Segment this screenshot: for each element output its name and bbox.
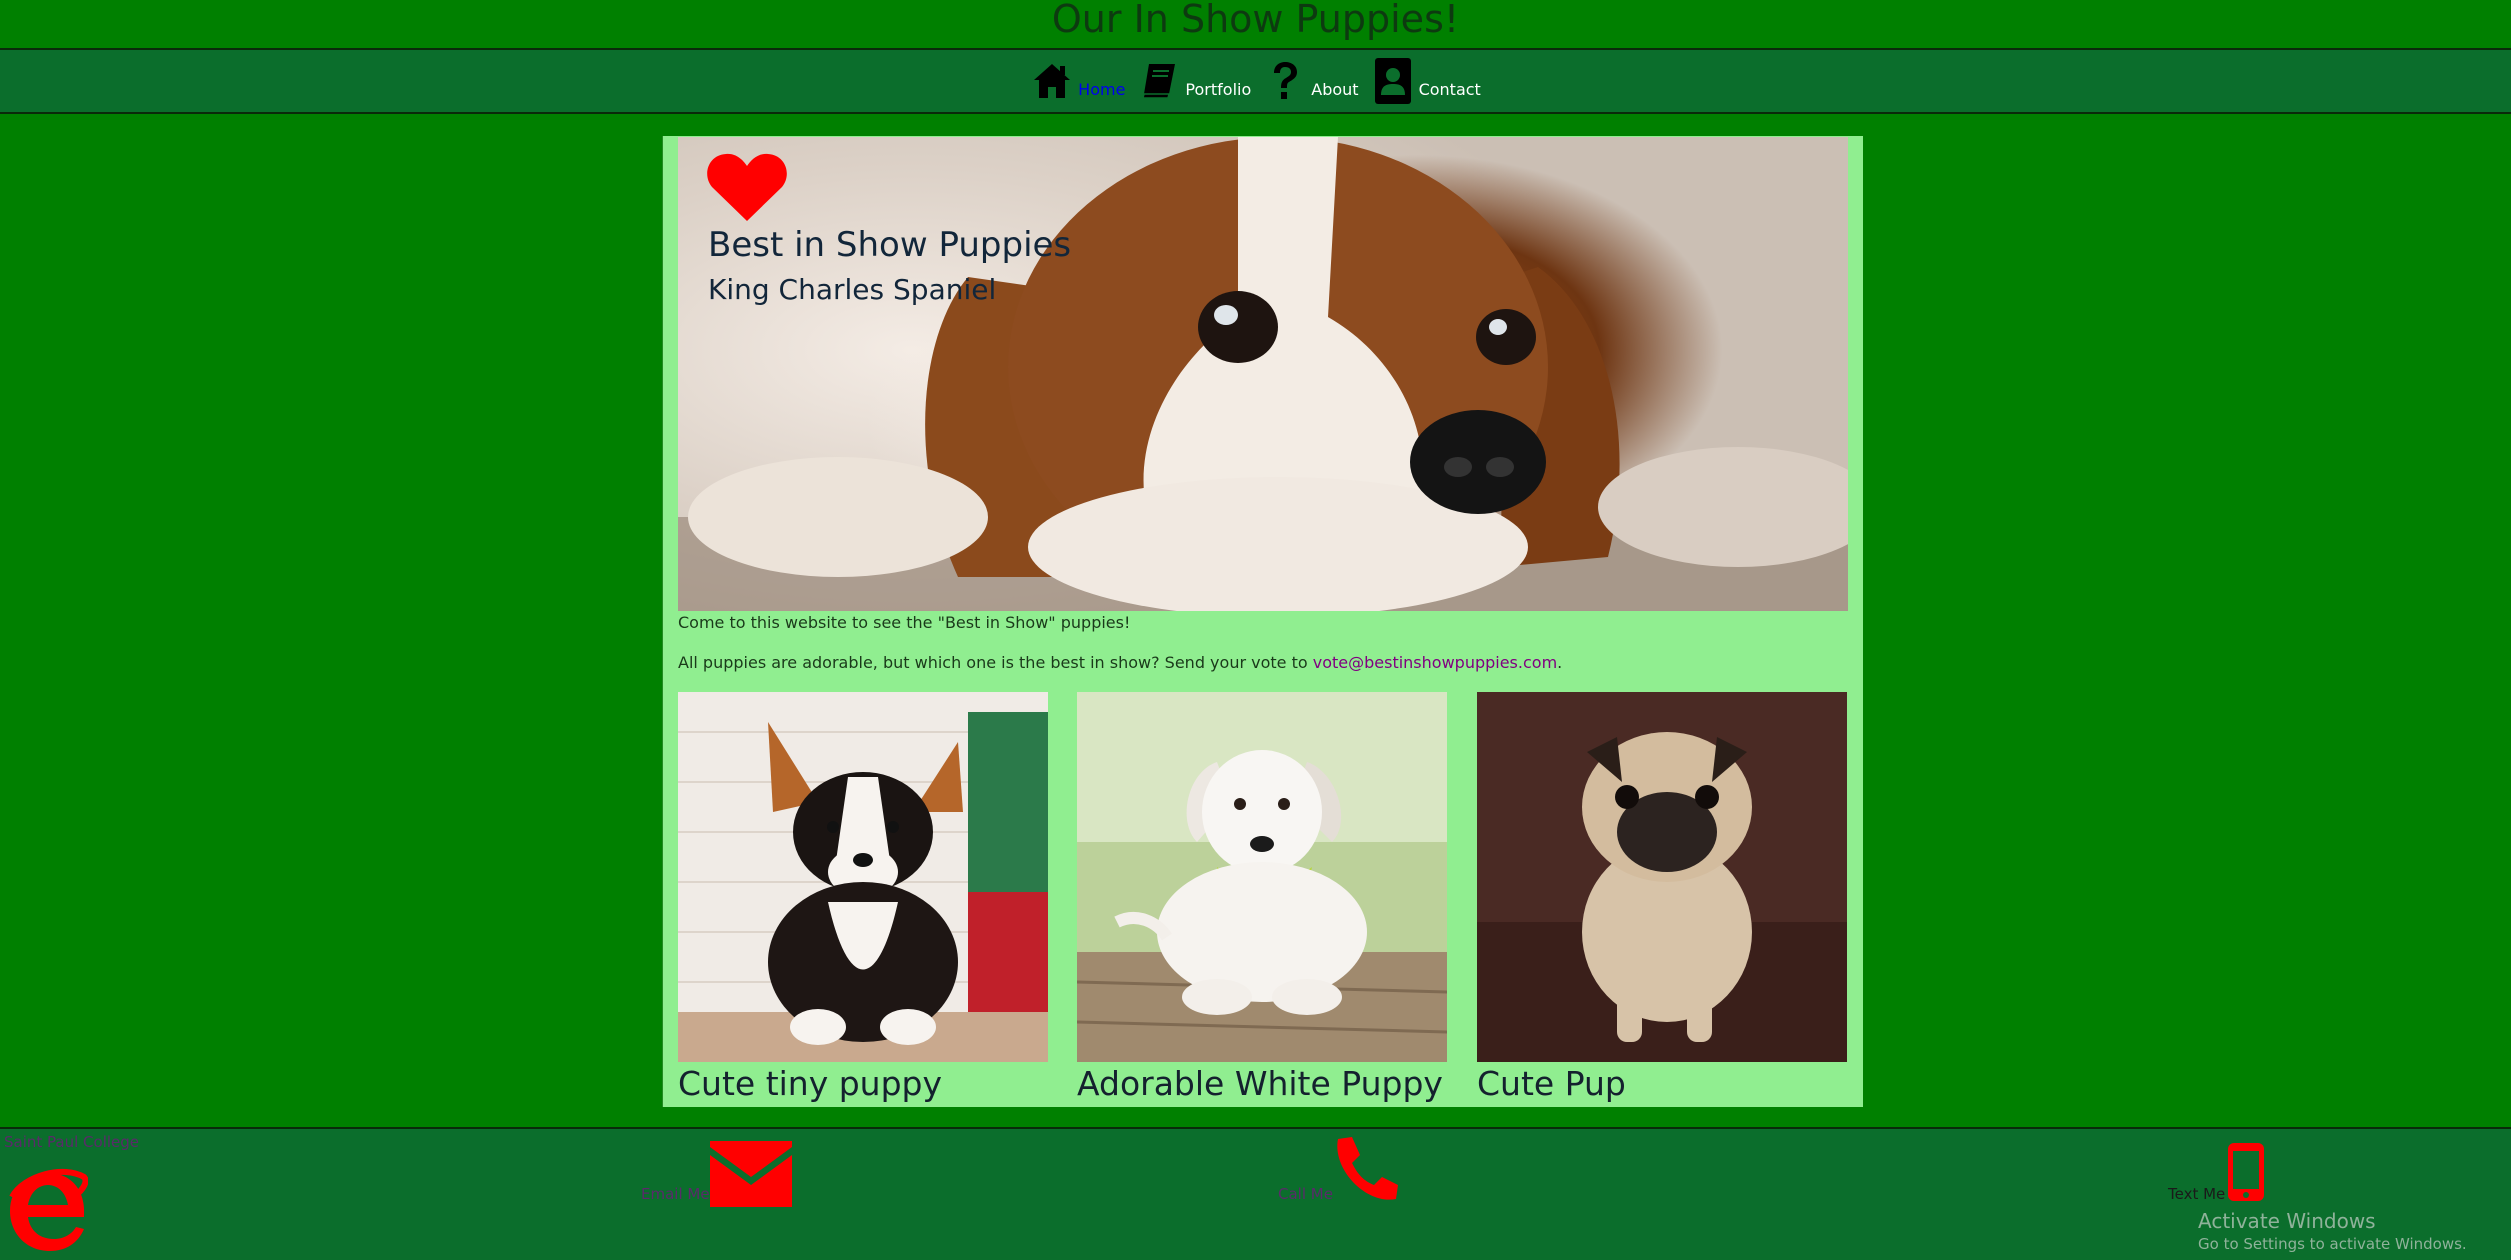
site-title: Our In Show Puppies! <box>1051 0 1460 41</box>
vote-prefix: All puppies are adorable, but which one … <box>678 653 1313 672</box>
puppy-card-corgi: Cute tiny puppy <box>678 692 1048 1103</box>
internet-explorer-icon[interactable] <box>4 1167 89 1255</box>
college-link[interactable]: Saint Paul College <box>4 1133 139 1151</box>
nav-portfolio[interactable]: Portfolio <box>1137 59 1251 103</box>
vote-email-link[interactable]: vote@bestinshowpuppies.com <box>1313 653 1557 672</box>
spaniel-photo <box>678 137 1848 611</box>
activate-windows-subtitle: Go to Settings to activate Windows. <box>2198 1235 2467 1253</box>
nav-about[interactable]: About <box>1263 59 1359 103</box>
main-panel: Best in Show Puppies King Charles Spanie… <box>662 136 1863 1107</box>
email-me-link[interactable]: Email Me <box>641 1185 710 1203</box>
text-me-link[interactable]: Text Me <box>2168 1185 2225 1203</box>
pug-photo <box>1477 692 1847 1062</box>
call-me-link[interactable]: Call Me <box>1278 1185 1333 1203</box>
home-icon <box>1030 59 1074 103</box>
vote-suffix: . <box>1557 653 1563 672</box>
card-caption-pug: Cute Pup <box>1477 1064 1626 1103</box>
activate-windows-title: Activate Windows <box>2198 1209 2376 1233</box>
footer: Saint Paul College Email Me Call Me Text… <box>0 1127 2511 1260</box>
vote-text: All puppies are adorable, but which one … <box>678 653 1562 672</box>
white-puppy-photo <box>1077 692 1447 1062</box>
card-caption-white: Adorable White Puppy <box>1077 1064 1443 1103</box>
nav-about-label: About <box>1311 80 1359 99</box>
card-caption-corgi: Cute tiny puppy <box>678 1064 943 1103</box>
question-icon <box>1263 59 1307 103</box>
hero-title: Best in Show Puppies <box>708 225 1072 265</box>
nav-contact-label: Contact <box>1418 80 1481 99</box>
main-nav: Home Portfolio About Contact <box>0 50 2511 114</box>
nav-contact[interactable]: Contact <box>1371 58 1481 104</box>
intro-text: Come to this website to see the "Best in… <box>678 613 1131 632</box>
hero-banner: Best in Show Puppies King Charles Spanie… <box>678 137 1848 611</box>
hero-subtitle: King Charles Spaniel <box>708 273 997 306</box>
mobile-phone-icon[interactable] <box>2226 1141 2266 1207</box>
envelope-icon[interactable] <box>710 1141 792 1211</box>
nav-home[interactable]: Home <box>1030 59 1125 103</box>
corgi-photo <box>678 692 1048 1062</box>
phone-icon[interactable] <box>1332 1135 1400 1207</box>
puppy-card-white: Adorable White Puppy <box>1077 692 1447 1103</box>
site-header: Our In Show Puppies! <box>0 0 2511 50</box>
puppy-card-pug: Cute Pup <box>1477 692 1847 1103</box>
book-icon <box>1137 59 1181 103</box>
nav-home-label: Home <box>1078 80 1126 99</box>
contact-card-icon <box>1371 58 1415 104</box>
nav-portfolio-label: Portfolio <box>1185 80 1252 99</box>
